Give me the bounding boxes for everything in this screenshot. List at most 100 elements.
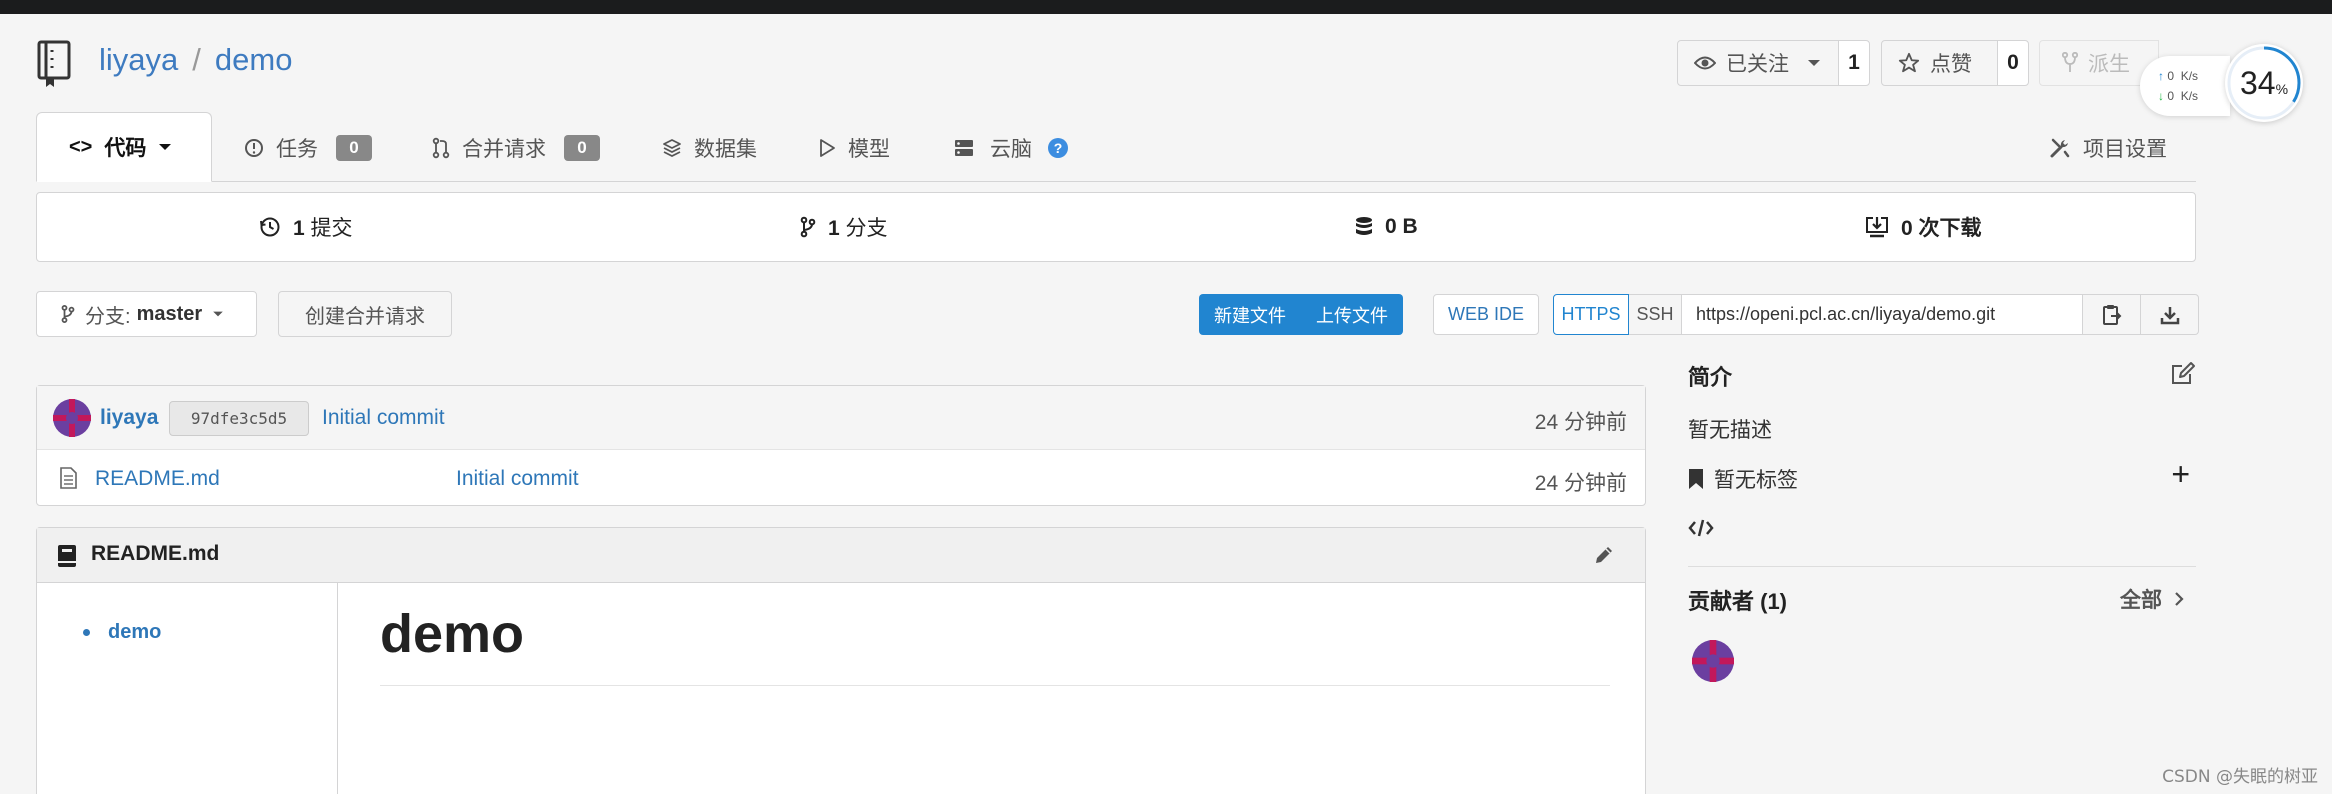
tab-models-label: 模型 bbox=[848, 138, 890, 161]
history-icon bbox=[260, 217, 280, 237]
tab-models[interactable]: 模型 bbox=[818, 114, 890, 182]
stat-branches[interactable]: 1 分支 bbox=[800, 193, 888, 261]
stat-downloads: 0 次下载 bbox=[1865, 193, 1982, 261]
clone-url-field[interactable]: https://openi.pcl.ac.cn/liyaya/demo.git bbox=[1682, 294, 2083, 335]
fork-label: 派生 bbox=[2088, 53, 2130, 76]
branch-name: master bbox=[136, 302, 203, 325]
watermark: CSDN @失眠的树亚 bbox=[2162, 767, 2318, 787]
star-count[interactable]: 0 bbox=[1997, 40, 2029, 86]
downloads-count: 0 bbox=[1901, 217, 1913, 240]
upload-file-button[interactable]: 上传文件 bbox=[1301, 302, 1403, 328]
contributors-all-label: 全部 bbox=[2120, 589, 2162, 612]
latest-commit-row: liyaya 97dfe3c5d5 Initial commit 24 分钟前 bbox=[37, 386, 1645, 450]
commits-label: 提交 bbox=[310, 217, 353, 240]
clipboard-copy-icon bbox=[2102, 304, 2121, 325]
readme-header: README.md bbox=[37, 528, 1645, 583]
watch-button[interactable]: 已关注 bbox=[1677, 40, 1839, 86]
watch-count[interactable]: 1 bbox=[1838, 40, 1870, 86]
create-pull-request-button[interactable]: 创建合并请求 bbox=[278, 291, 452, 337]
commits-count: 1 bbox=[293, 217, 305, 240]
repo-title: liyaya / demo bbox=[99, 40, 292, 80]
contributors-title: 贡献者 (1) bbox=[1688, 589, 1788, 614]
chevron-right-icon bbox=[2175, 592, 2184, 606]
download-speed: ↓ 0 K/s bbox=[2158, 89, 2199, 103]
repo-owner-link[interactable]: liyaya bbox=[99, 42, 178, 78]
toc-link[interactable]: demo bbox=[108, 621, 161, 644]
list-item[interactable]: demo bbox=[83, 621, 161, 644]
book-icon bbox=[58, 545, 76, 567]
branch-icon bbox=[800, 216, 816, 238]
stat-commits[interactable]: 1 提交 bbox=[259, 193, 353, 261]
tab-datasets-label: 数据集 bbox=[694, 138, 757, 161]
ssh-toggle[interactable]: SSH bbox=[1629, 294, 1682, 335]
browser-top-bar bbox=[0, 0, 2332, 14]
clone-url-group: HTTPS SSH https://openi.pcl.ac.cn/liyaya… bbox=[1553, 294, 2199, 335]
model-play-icon bbox=[820, 139, 835, 157]
contributor-avatar[interactable] bbox=[1692, 640, 1734, 682]
tags-row: 暂无标签 bbox=[1688, 464, 1798, 494]
branch-icon bbox=[61, 304, 75, 324]
file-text-icon bbox=[60, 467, 77, 489]
readme-title: README.md bbox=[91, 542, 220, 565]
database-icon bbox=[1356, 217, 1372, 235]
avatar[interactable] bbox=[53, 399, 91, 437]
commit-author-link[interactable]: liyaya bbox=[100, 406, 158, 430]
tab-pull-requests[interactable]: 合并请求 0 bbox=[432, 114, 600, 182]
tab-code[interactable]: <> 代码 bbox=[36, 112, 212, 182]
tab-issues-label: 任务 bbox=[276, 138, 318, 161]
file-name-link[interactable]: README.md bbox=[95, 467, 220, 491]
issue-icon bbox=[245, 139, 263, 157]
repo-size: 0 B bbox=[1385, 215, 1418, 238]
commit-time: 24 分钟前 bbox=[1534, 411, 1627, 434]
tab-issues[interactable]: 任务 0 bbox=[244, 114, 372, 182]
web-ide-button[interactable]: WEB IDE bbox=[1433, 294, 1539, 335]
repo-name-link[interactable]: demo bbox=[215, 42, 293, 78]
repo-title-separator: / bbox=[192, 42, 201, 77]
settings-tools-icon bbox=[2050, 138, 2070, 158]
branch-prefix: 分支: bbox=[85, 305, 131, 328]
fork-icon bbox=[2062, 52, 2078, 72]
down-arrow-icon: ↓ bbox=[2158, 89, 2164, 103]
upload-speed: ↑ 0 K/s bbox=[2158, 69, 2199, 83]
branch-selector[interactable]: 分支: master bbox=[36, 291, 257, 337]
star-icon bbox=[1898, 52, 1920, 73]
gauge-value: 34% bbox=[2239, 64, 2289, 101]
bullet-icon bbox=[83, 629, 90, 636]
tab-code-label: 代码 bbox=[104, 137, 147, 160]
eye-icon bbox=[1694, 56, 1716, 70]
download-tray-icon bbox=[1866, 217, 1888, 238]
heading-divider bbox=[380, 685, 1610, 686]
pull-request-icon bbox=[432, 137, 450, 159]
commit-message-link[interactable]: Initial commit bbox=[322, 406, 445, 430]
pencil-icon[interactable] bbox=[1593, 544, 1615, 566]
https-toggle[interactable]: HTTPS bbox=[1553, 294, 1629, 335]
download-archive-button[interactable] bbox=[2141, 294, 2199, 335]
readme-panel: README.md demo demo bbox=[36, 527, 1646, 794]
intro-title: 简介 bbox=[1688, 365, 1733, 390]
edit-icon[interactable] bbox=[2170, 360, 2196, 386]
dataset-layers-icon bbox=[663, 139, 681, 158]
copy-url-button[interactable] bbox=[2083, 294, 2141, 335]
tab-settings[interactable]: 项目设置 bbox=[2049, 114, 2167, 182]
caret-down-icon bbox=[159, 144, 172, 150]
caret-down-icon bbox=[213, 311, 223, 317]
commit-sha-label[interactable]: 97dfe3c5d5 bbox=[169, 401, 309, 436]
add-tag-button[interactable]: + bbox=[2171, 456, 2190, 493]
help-icon[interactable]: ? bbox=[1048, 138, 1068, 158]
tab-datasets[interactable]: 数据集 bbox=[662, 114, 757, 182]
tab-cloudbrain[interactable]: 云脑 ? bbox=[954, 114, 1068, 182]
cloudbrain-server-icon bbox=[955, 140, 973, 156]
caret-down-icon bbox=[1808, 60, 1820, 66]
file-actions-group: 新建文件 上传文件 bbox=[1199, 294, 1403, 335]
bookmark-icon bbox=[1689, 469, 1703, 489]
star-button[interactable]: 点赞 bbox=[1881, 40, 1998, 86]
readme-heading: demo bbox=[380, 604, 525, 664]
repo-sidebar: 简介 暂无描述 暂无标签 + 贡献者 (1) 全部 bbox=[1688, 360, 2196, 682]
file-list: liyaya 97dfe3c5d5 Initial commit 24 分钟前 … bbox=[36, 385, 1646, 506]
memory-usage-gauge[interactable]: 34% bbox=[2225, 44, 2303, 122]
table-row[interactable]: README.md Initial commit 24 分钟前 bbox=[37, 450, 1645, 505]
up-arrow-icon: ↑ bbox=[2158, 69, 2164, 83]
file-commit-link[interactable]: Initial commit bbox=[456, 467, 579, 491]
contributors-all-link[interactable]: 全部 bbox=[2120, 584, 2184, 614]
new-file-button[interactable]: 新建文件 bbox=[1199, 302, 1301, 328]
